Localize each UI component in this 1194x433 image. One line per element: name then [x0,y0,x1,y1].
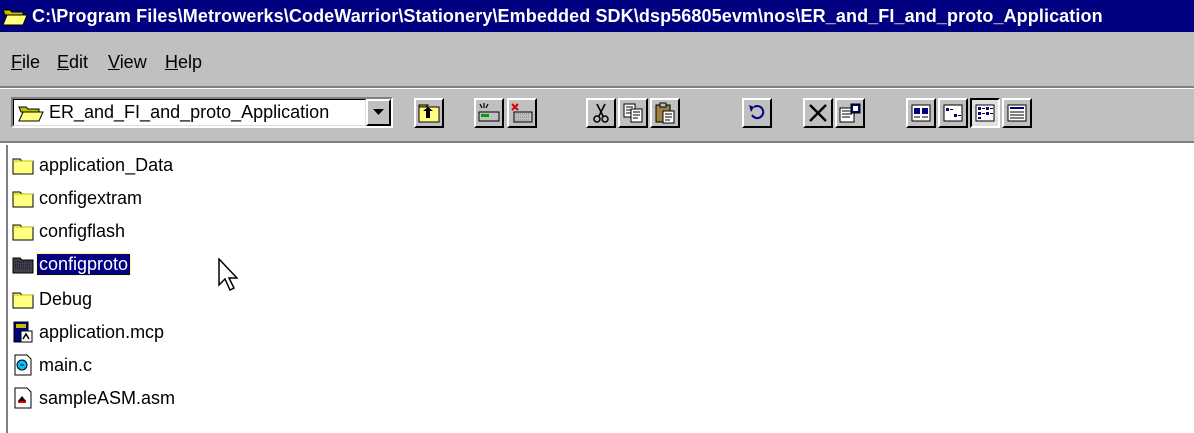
list-item-label: Debug [39,288,93,309]
toolbar: ER_and_FI_and_proto_Application [0,89,1194,141]
asm-file-icon [14,387,32,409]
folder-icon [12,257,34,274]
up-one-level-button[interactable] [414,98,444,128]
list-item-configproto[interactable]: configproto [12,249,132,279]
large-icons-button[interactable] [906,98,936,128]
undo-button[interactable] [742,98,772,128]
mcp-project-icon [13,321,33,343]
file-list[interactable]: application_Data configextram configflas… [6,145,1194,433]
details-view-icon [1007,104,1027,122]
list-item-label: sampleASM.asm [39,387,176,408]
paste-button[interactable] [650,98,680,128]
details-button[interactable] [1002,98,1032,128]
small-icons-button[interactable] [938,98,968,128]
disconnect-drive-icon [511,103,533,123]
map-drive-button[interactable] [474,98,504,128]
delete-x-icon [809,104,827,122]
list-item-application-data[interactable]: application_Data [12,150,175,180]
list-button[interactable] [970,98,1000,128]
scissors-icon [593,103,609,123]
folder-icon [12,292,34,309]
title-bar[interactable]: C:\Program Files\Metrowerks\CodeWarrior\… [0,0,1194,32]
menu-bar: File Edit View Help [0,32,1194,86]
list-item-debug[interactable]: Debug [12,284,94,314]
list-item-label: configflash [39,220,126,241]
properties-button[interactable] [835,98,865,128]
address-dropdown-button[interactable] [366,99,391,126]
window-title: C:\Program Files\Metrowerks\CodeWarrior\… [32,5,1103,26]
chevron-down-icon [373,109,384,115]
properties-icon [839,103,861,123]
folder-icon [12,191,34,208]
menu-edit[interactable]: Edit [57,52,88,73]
cut-button[interactable] [586,98,616,128]
list-item-application-mcp[interactable]: application.mcp [12,317,166,347]
list-item-configextram[interactable]: configextram [12,183,144,213]
list-item-label: application.mcp [39,321,165,342]
toolbar-separator [0,141,1194,144]
folder-icon [12,158,34,175]
list-item-sampleasm[interactable]: sampleASM.asm [12,383,177,413]
list-item-label: configextram [39,187,143,208]
menu-file[interactable]: File [11,52,40,73]
c-source-icon [14,354,32,376]
folder-open-icon [2,9,28,26]
small-icons-icon [943,104,963,122]
list-item-label: configproto [35,252,132,276]
disconnect-drive-button[interactable] [507,98,537,128]
folder-open-icon [18,106,44,121]
list-item-label: application_Data [39,154,174,175]
list-item-configflash[interactable]: configflash [12,216,127,246]
menu-help[interactable]: Help [165,52,202,73]
delete-button[interactable] [803,98,833,128]
address-combo[interactable]: ER_and_FI_and_proto_Application [11,97,393,128]
undo-icon [749,105,765,120]
large-icons-icon [911,104,931,122]
address-value: ER_and_FI_and_proto_Application [49,102,330,122]
list-view-icon [975,104,995,122]
copy-icon [623,103,643,123]
address-field[interactable]: ER_and_FI_and_proto_Application [13,99,366,126]
list-item-label: main.c [39,354,93,375]
folder-icon [12,224,34,241]
paste-icon [655,102,675,124]
up-folder-icon [418,104,440,123]
map-drive-icon [478,103,500,122]
menu-view[interactable]: View [108,52,147,73]
mouse-pointer-icon [218,258,238,292]
list-item-main-c[interactable]: main.c [12,350,94,380]
copy-button[interactable] [618,98,648,128]
